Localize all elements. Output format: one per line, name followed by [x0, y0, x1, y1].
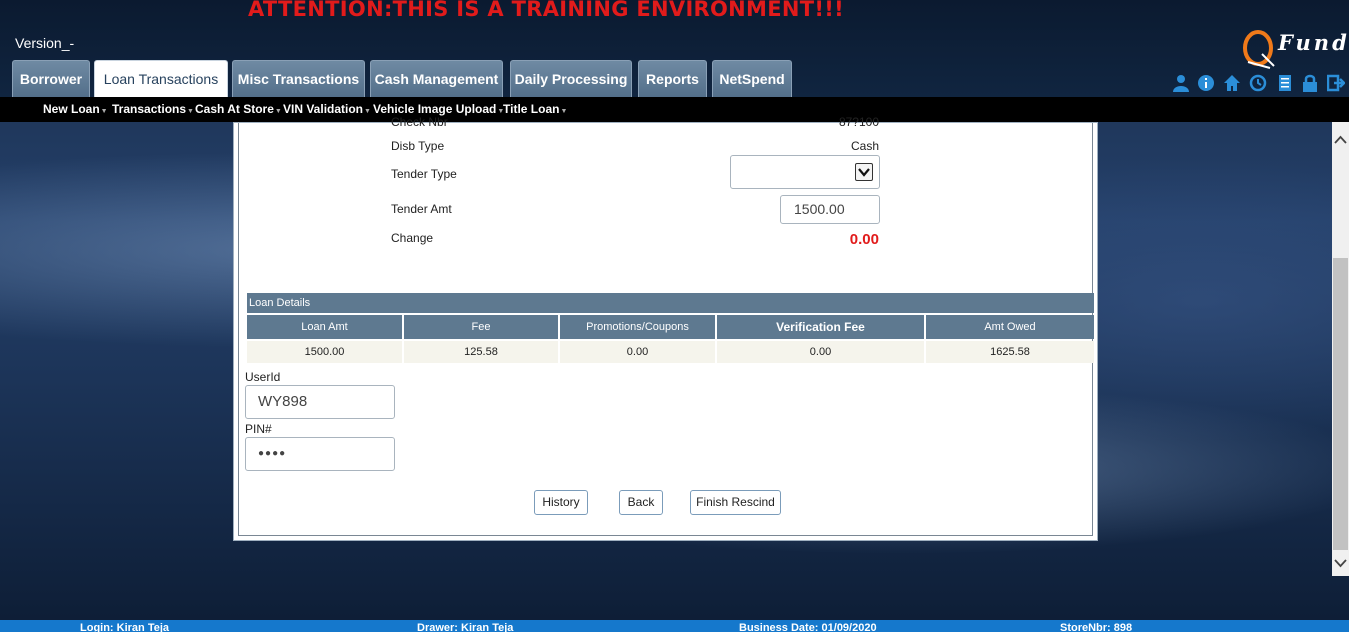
subnav-label: Cash At Store [195, 102, 274, 116]
store-number-status: StoreNbr: 898 [1060, 622, 1133, 632]
tab-netspend[interactable]: NetSpend [712, 60, 792, 97]
tab-loan-transactions[interactable]: Loan Transactions [94, 60, 228, 97]
subnav-title-loan[interactable]: Title Loan▼ [503, 102, 567, 116]
tab-daily-processing[interactable]: Daily Processing [510, 60, 632, 97]
subnav-vin-validation[interactable]: VIN Validation▼ [283, 102, 371, 116]
notes-icon[interactable] [1276, 74, 1294, 92]
col-verification-fee: Verification Fee [717, 315, 924, 339]
change-value: 0.00 [849, 231, 879, 248]
info-icon[interactable] [1197, 74, 1215, 92]
pin-input[interactable]: ●●●● [245, 437, 395, 471]
vertical-scrollbar[interactable] [1332, 122, 1349, 576]
userid-label: UserId [245, 370, 281, 384]
caret-down-icon: ▼ [560, 108, 568, 115]
subnav-label: Transactions [112, 102, 187, 116]
check-nbr-label: Check Nbr [391, 115, 448, 129]
history-button[interactable]: History [534, 490, 588, 515]
chevron-down-icon [855, 163, 873, 181]
app-header: ATTENTION:THIS IS A TRAINING ENVIRONMENT… [0, 0, 1349, 97]
caret-down-icon: ▼ [364, 108, 371, 115]
training-banner: ATTENTION:THIS IS A TRAINING ENVIRONMENT… [248, 0, 845, 21]
tab-reports[interactable]: Reports [638, 60, 707, 97]
tender-amt-input[interactable]: 1500.00 [780, 195, 880, 224]
login-status: Login: Kiran Teja [80, 622, 170, 632]
tab-borrower[interactable]: Borrower [12, 60, 90, 97]
clock-icon[interactable] [1249, 74, 1267, 92]
col-promotions: Promotions/Coupons [560, 315, 715, 339]
disb-type-label: Disb Type [391, 139, 445, 153]
caret-down-icon: ▼ [187, 108, 194, 115]
check-nbr-value: 87?100 [838, 115, 879, 129]
caret-down-icon: ▼ [100, 108, 108, 115]
col-loan-amt: Loan Amt [247, 315, 402, 339]
cell-verification-fee: 0.00 [717, 341, 924, 363]
subnav-label: Title Loan [503, 102, 560, 116]
version-label: Version_- [15, 35, 75, 51]
subnav-label: Vehicle Image Upload [373, 102, 497, 116]
disb-type-value: Cash [850, 139, 879, 153]
scroll-up-icon[interactable] [1332, 132, 1349, 149]
tender-amt-label: Tender Amt [391, 202, 452, 216]
logo-text: Fund [1278, 30, 1349, 55]
user-icon[interactable] [1172, 74, 1190, 92]
scrollbar-thumb[interactable] [1333, 258, 1348, 550]
subnav-cash-at-store[interactable]: Cash At Store▼ [195, 102, 282, 116]
qfund-logo: Fund [1240, 28, 1347, 72]
subnav-vehicle-image-upload[interactable]: Vehicle Image Upload▼ [373, 102, 504, 116]
tab-misc-transactions[interactable]: Misc Transactions [232, 60, 365, 97]
col-amt-owed: Amt Owed [926, 315, 1094, 339]
scroll-down-icon[interactable] [1332, 554, 1349, 571]
loan-details-header: Loan Details [247, 293, 1094, 313]
finish-rescind-button[interactable]: Finish Rescind [690, 490, 781, 515]
cell-amt-owed: 1625.58 [926, 341, 1094, 363]
cell-loan-amt: 1500.00 [247, 341, 402, 363]
subnav-label: VIN Validation [283, 102, 364, 116]
cell-promotions: 0.00 [560, 341, 715, 363]
tender-type-select[interactable] [730, 155, 880, 189]
drawer-status: Drawer: Kiran Teja [417, 622, 514, 632]
subnav-transactions[interactable]: Transactions▼ [112, 102, 194, 116]
subnav-new-loan[interactable]: New Loan▼ [43, 102, 108, 116]
home-icon[interactable] [1223, 74, 1241, 92]
caret-down-icon: ▼ [274, 108, 282, 115]
pin-label: PIN# [245, 422, 272, 436]
status-bar: Login: Kiran Teja Drawer: Kiran Teja Bus… [0, 620, 1349, 632]
logout-icon[interactable] [1326, 74, 1346, 92]
rescind-panel: Check Nbr 87?100 Disb Type Cash Tender T… [233, 115, 1098, 541]
userid-input[interactable]: WY898 [245, 385, 395, 419]
tender-type-label: Tender Type [391, 167, 457, 181]
back-button[interactable]: Back [619, 490, 663, 515]
cell-fee: 125.58 [404, 341, 558, 363]
subnav-label: New Loan [43, 102, 100, 116]
sub-navigation: New Loan▼ Transactions▼ Cash At Store▼ V… [0, 97, 1349, 122]
lock-icon[interactable] [1301, 74, 1319, 92]
col-fee: Fee [404, 315, 558, 339]
tab-cash-management[interactable]: Cash Management [370, 60, 503, 97]
change-label: Change [391, 231, 434, 245]
rescind-form: Check Nbr 87?100 Disb Type Cash Tender T… [238, 115, 1094, 536]
business-date-status: Business Date: 01/09/2020 [739, 622, 877, 632]
